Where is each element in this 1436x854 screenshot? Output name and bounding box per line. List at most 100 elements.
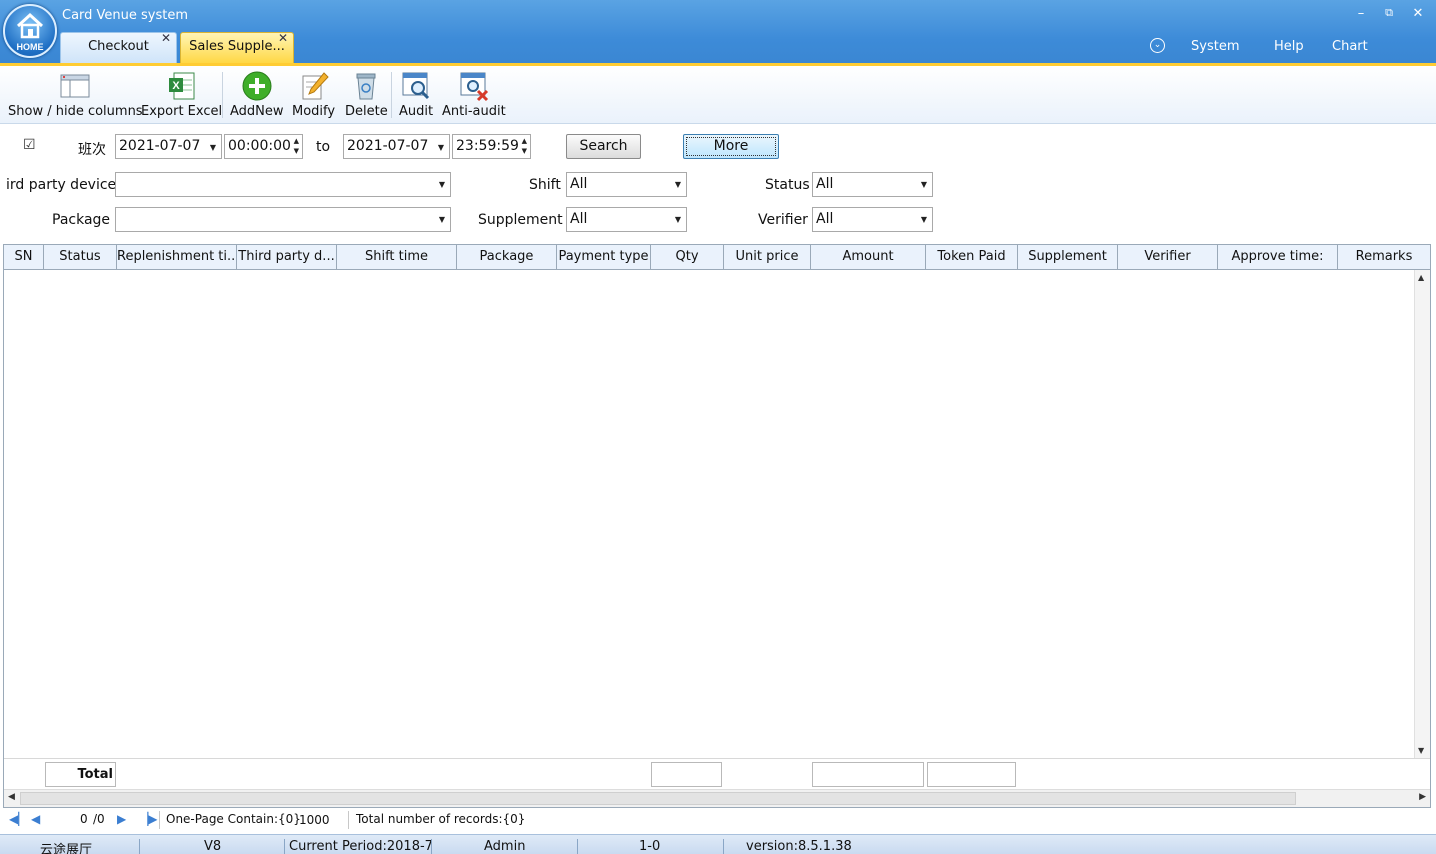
dropdown-arrow-icon[interactable]: ▼: [921, 208, 927, 231]
show-hide-columns-button[interactable]: Show / hide columns: [8, 70, 143, 119]
column-header[interactable]: Status: [44, 245, 117, 269]
add-new-button[interactable]: AddNew: [230, 70, 284, 119]
title-bar: HOME Card Venue system – ⧉ ✕ Checkout ✕ …: [0, 0, 1436, 66]
shift-select[interactable]: All ▼: [566, 172, 687, 197]
house-icon: [16, 12, 44, 39]
search-button[interactable]: Search: [566, 134, 641, 159]
more-button[interactable]: More: [683, 134, 779, 159]
delete-button[interactable]: Delete: [345, 70, 388, 119]
add-plus-icon: [242, 71, 272, 101]
edit-pencil-icon: [302, 72, 329, 100]
pager: ◀▏ ◀ 0 /0 ▶ ▕▶ One-Page Contain:{0} 1000…: [0, 808, 1436, 832]
shift-checkbox[interactable]: ☑: [23, 138, 37, 153]
status-divider: [431, 839, 432, 854]
one-page-contain-label: One-Page Contain:{0}: [166, 812, 301, 826]
column-header[interactable]: Approve time:: [1218, 245, 1338, 269]
package-select[interactable]: ▼: [115, 207, 451, 232]
end-date-picker[interactable]: 2021-07-07 ▼: [343, 134, 450, 159]
time-spinner-icon[interactable]: ▲ ▼: [522, 136, 527, 156]
audit-magnifier-icon: [402, 72, 430, 100]
third-party-device-label: ird party device: [6, 177, 117, 193]
toolbar: Show / hide columns X Export Excel AddNe…: [0, 66, 1436, 124]
column-header[interactable]: Token Paid: [926, 245, 1018, 269]
scroll-down-icon[interactable]: ▼: [1418, 746, 1424, 755]
chevron-down-icon[interactable]: ⌄: [1150, 38, 1165, 53]
verifier-value: All: [816, 211, 834, 227]
time-spinner-icon[interactable]: ▲ ▼: [294, 136, 299, 156]
close-tab-icon[interactable]: ✕: [278, 24, 288, 52]
scroll-thumb[interactable]: [20, 792, 1296, 805]
column-header[interactable]: Replenishment ti...: [117, 245, 237, 269]
pager-divider: [159, 811, 160, 829]
menu-system[interactable]: System: [1191, 39, 1239, 54]
column-header[interactable]: Amount: [811, 245, 926, 269]
qty-total-cell: [651, 762, 722, 787]
app-title: Card Venue system: [62, 8, 189, 23]
column-header[interactable]: Payment type: [557, 245, 651, 269]
first-page-icon[interactable]: ◀▏: [9, 812, 27, 826]
scroll-right-icon[interactable]: ▶: [1419, 792, 1426, 802]
dropdown-arrow-icon[interactable]: ▼: [439, 208, 445, 231]
column-header[interactable]: Supplement: [1018, 245, 1118, 269]
version-short: V8: [204, 839, 222, 854]
home-button[interactable]: HOME: [3, 4, 57, 58]
scroll-left-icon[interactable]: ◀: [8, 792, 15, 802]
shift-value: All: [570, 176, 588, 192]
close-tab-icon[interactable]: ✕: [161, 24, 171, 52]
third-party-device-select[interactable]: ▼: [115, 172, 451, 197]
toolbar-divider: [222, 72, 223, 118]
close-window-button[interactable]: ✕: [1408, 6, 1428, 21]
modify-button[interactable]: Modify: [292, 70, 335, 119]
horizontal-scrollbar[interactable]: ◀ ▶: [4, 789, 1430, 807]
current-page[interactable]: 0: [80, 812, 88, 826]
total-label: Total: [45, 762, 116, 787]
status-value: All: [816, 176, 834, 192]
tool-label: Show / hide columns: [8, 104, 143, 119]
vertical-scrollbar[interactable]: ▲ ▼: [1414, 270, 1430, 758]
scroll-up-icon[interactable]: ▲: [1418, 273, 1424, 282]
column-header[interactable]: Unit price: [724, 245, 811, 269]
menu-chart[interactable]: Chart: [1332, 39, 1368, 54]
dropdown-arrow-icon[interactable]: ▼: [439, 173, 445, 196]
start-date-value: 2021-07-07: [119, 138, 201, 154]
end-time-input[interactable]: 23:59:59 ▲ ▼: [452, 134, 531, 159]
status-divider: [577, 839, 578, 854]
audit-button[interactable]: Audit: [399, 70, 433, 119]
export-excel-button[interactable]: X Export Excel: [141, 70, 222, 119]
start-time-input[interactable]: 00:00:00 ▲ ▼: [224, 134, 303, 159]
next-page-icon[interactable]: ▶: [117, 812, 126, 826]
tool-label: AddNew: [230, 104, 284, 119]
restore-button[interactable]: ⧉: [1379, 6, 1399, 20]
dropdown-arrow-icon[interactable]: ▼: [675, 173, 681, 196]
column-header[interactable]: SN: [4, 245, 44, 269]
page-size-input[interactable]: 1000: [294, 811, 342, 829]
column-header[interactable]: Verifier: [1118, 245, 1218, 269]
column-header[interactable]: Package: [457, 245, 557, 269]
tab-label: Checkout: [88, 39, 149, 54]
column-header[interactable]: Remarks: [1338, 245, 1430, 269]
toolbar-divider: [391, 72, 392, 118]
previous-page-icon[interactable]: ◀: [31, 812, 40, 826]
verifier-select[interactable]: All ▼: [812, 207, 933, 232]
supplement-select[interactable]: All ▼: [566, 207, 687, 232]
dropdown-arrow-icon[interactable]: ▼: [438, 136, 444, 159]
tool-label: Audit: [399, 104, 434, 119]
anti-audit-button[interactable]: Anti-audit: [442, 70, 506, 119]
last-page-icon[interactable]: ▕▶: [139, 812, 157, 826]
start-date-picker[interactable]: 2021-07-07 ▼: [115, 134, 222, 159]
column-header[interactable]: Qty: [651, 245, 724, 269]
package-label: Package: [52, 212, 111, 228]
tab-sales-supplement[interactable]: Sales Supple... ✕: [180, 31, 294, 63]
anti-audit-icon: [460, 72, 488, 102]
dropdown-arrow-icon[interactable]: ▼: [921, 173, 927, 196]
menu-help[interactable]: Help: [1274, 39, 1304, 54]
dropdown-arrow-icon[interactable]: ▼: [210, 136, 216, 159]
tab-checkout[interactable]: Checkout ✕: [60, 31, 177, 63]
dropdown-arrow-icon[interactable]: ▼: [675, 208, 681, 231]
column-header[interactable]: Shift time: [337, 245, 457, 269]
minimize-button[interactable]: –: [1351, 6, 1371, 21]
status-bar: 云途展厅 V8 Current Period:2018-7 Admin 1-0 …: [0, 834, 1436, 854]
column-header[interactable]: Third party d...: [237, 245, 337, 269]
status-select[interactable]: All ▼: [812, 172, 933, 197]
current-period: Current Period:2018-7: [289, 839, 433, 854]
